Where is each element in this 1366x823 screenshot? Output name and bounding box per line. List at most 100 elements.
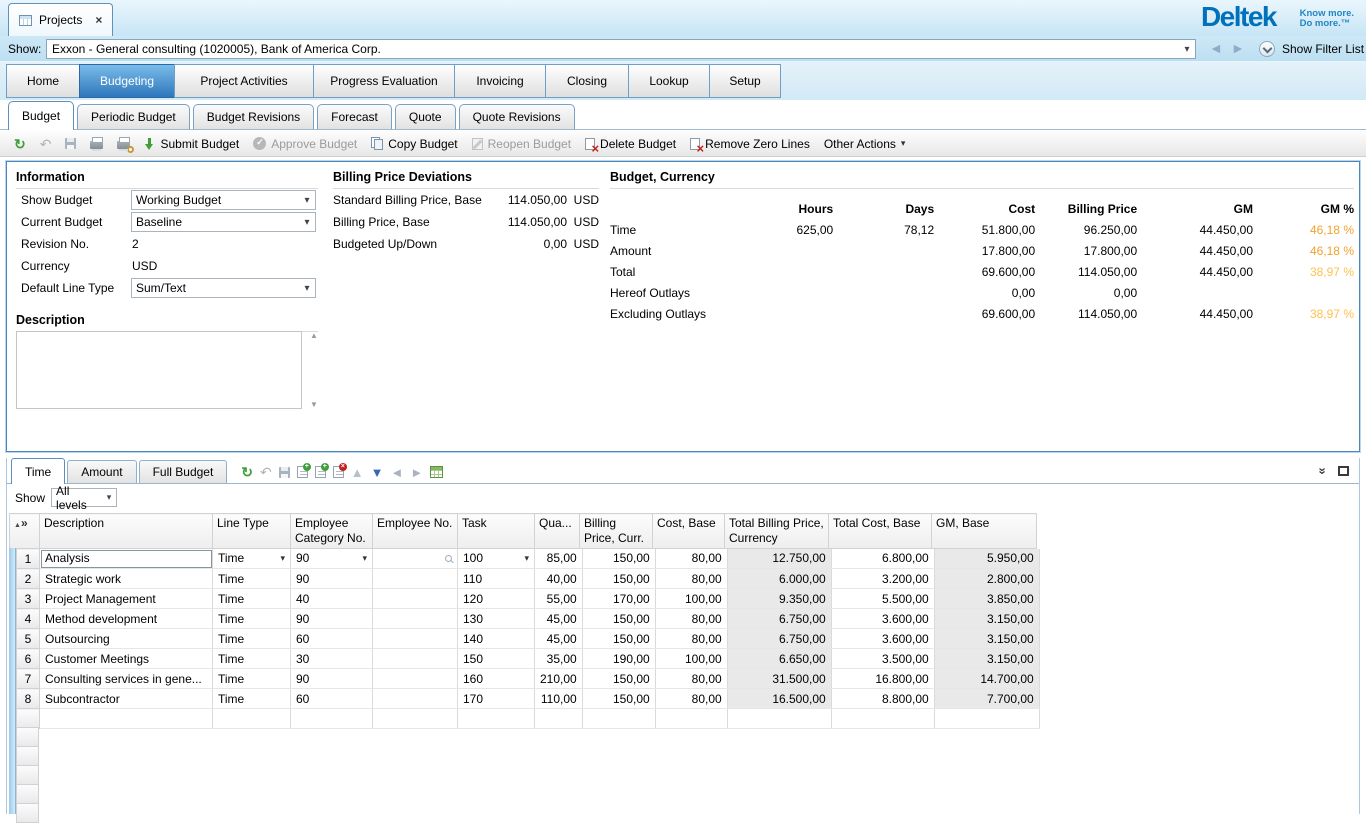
cell-billing-price[interactable]: 150,00	[582, 569, 655, 589]
cell-line-type[interactable]: Time	[213, 629, 291, 649]
collapse-pane-icon[interactable]: »	[1315, 467, 1330, 473]
refresh-button[interactable]: ↻	[8, 135, 32, 153]
cell-employee-no[interactable]	[373, 609, 458, 629]
row-selector[interactable]	[16, 746, 39, 766]
cell-line-type[interactable]: Time	[213, 609, 291, 629]
cell-line-type[interactable]: Time	[213, 689, 291, 709]
cell-task[interactable]: 110	[458, 569, 535, 589]
close-tab-icon[interactable]: ×	[95, 13, 102, 27]
cell-employee-no[interactable]	[373, 649, 458, 669]
cell-line-type[interactable]: Time	[213, 589, 291, 609]
subtab-budget[interactable]: Budget	[8, 101, 74, 130]
cell-employee-category[interactable]: 60	[291, 629, 373, 649]
cell-cost-base[interactable]: 80,00	[655, 629, 727, 649]
cell-quantity[interactable]: 210,00	[535, 669, 583, 689]
cell-line-type[interactable]: Time	[213, 649, 291, 669]
cell-line-type[interactable]: Time	[213, 569, 291, 589]
show-budget-select[interactable]: Working Budget ▾	[131, 190, 316, 210]
row-number[interactable]: 7	[17, 669, 40, 689]
maximize-pane-icon[interactable]	[1338, 466, 1349, 476]
tab-time[interactable]: Time	[11, 458, 65, 484]
filter-list-chevron-icon[interactable]	[1259, 41, 1275, 57]
cell-employee-no[interactable]	[373, 669, 458, 689]
cell-employee-category[interactable]: 90	[291, 669, 373, 689]
cell-billing-price[interactable]: 150,00	[582, 669, 655, 689]
subtab-budget-revisions[interactable]: Budget Revisions	[193, 104, 314, 129]
cell-line-type[interactable]: Time	[213, 669, 291, 689]
cell-cost-base[interactable]: 100,00	[655, 589, 727, 609]
col-header-description[interactable]: Description	[40, 514, 213, 549]
cell-quantity[interactable]: 45,00	[535, 609, 583, 629]
col-header-gm-base[interactable]: GM, Base	[932, 514, 1037, 549]
row-number[interactable]: 4	[17, 609, 40, 629]
levels-select[interactable]: All levels ▾	[51, 488, 117, 507]
cell-billing-price[interactable]: 170,00	[582, 589, 655, 609]
refresh-icon[interactable]: ↻	[241, 465, 253, 479]
tab-amount[interactable]: Amount	[67, 460, 136, 483]
tab-home[interactable]: Home	[6, 64, 80, 98]
default-line-type-select[interactable]: Sum/Text ▾	[131, 278, 316, 298]
cell-description[interactable]: Consulting services in gene...	[40, 669, 213, 689]
cell-quantity[interactable]: 55,00	[535, 589, 583, 609]
row-number[interactable]: 3	[17, 589, 40, 609]
row-number[interactable]: 1	[17, 549, 40, 569]
submit-budget-button[interactable]: Submit Budget	[138, 135, 245, 153]
cell-billing-price[interactable]: 150,00	[582, 549, 655, 569]
cell-cost-base[interactable]: 80,00	[655, 549, 727, 569]
save-icon[interactable]	[279, 467, 290, 478]
row-selector[interactable]	[16, 765, 39, 785]
cell-quantity[interactable]: 35,00	[535, 649, 583, 669]
row-selector[interactable]	[16, 784, 39, 804]
grid-corner-cell[interactable]: ▲»	[10, 514, 40, 549]
col-header-quantity[interactable]: Qua...	[535, 514, 580, 549]
subtab-quote[interactable]: Quote	[395, 104, 456, 129]
copy-budget-button[interactable]: Copy Budget	[365, 135, 463, 153]
cell-billing-price[interactable]: 150,00	[582, 609, 655, 629]
grid-view-button[interactable]	[430, 466, 443, 478]
cell-billing-price[interactable]: 150,00	[582, 689, 655, 709]
cell-description[interactable]: Method development	[40, 609, 213, 629]
cell-quantity[interactable]: 45,00	[535, 629, 583, 649]
cell-employee-category[interactable]: 40	[291, 589, 373, 609]
current-budget-select[interactable]: Baseline ▾	[131, 212, 316, 232]
cell-description[interactable]: Project Management	[40, 589, 213, 609]
tab-lookup[interactable]: Lookup	[628, 64, 710, 98]
cell-employee-category[interactable]: 30	[291, 649, 373, 669]
cell-description[interactable]: Strategic work	[40, 569, 213, 589]
row-selector[interactable]	[16, 803, 39, 823]
save-button[interactable]	[59, 136, 82, 151]
cell-task[interactable]: 160	[458, 669, 535, 689]
grid-level-strip[interactable]	[9, 548, 16, 814]
col-header-employee-no[interactable]: Employee No.	[373, 514, 458, 549]
project-selector-combobox[interactable]: Exxon - General consulting (1020005), Ba…	[46, 39, 1196, 59]
col-header-line-type[interactable]: Line Type	[213, 514, 291, 549]
description-textarea[interactable]	[16, 331, 302, 409]
row-number[interactable]: 6	[17, 649, 40, 669]
cell-description[interactable]: Subcontractor	[40, 689, 213, 709]
cell-employee-no[interactable]	[373, 629, 458, 649]
delete-line-button[interactable]: ×	[333, 466, 344, 478]
cell-task[interactable]: 140	[458, 629, 535, 649]
cell-quantity[interactable]: 85,00	[535, 549, 583, 569]
approve-budget-button[interactable]: Approve Budget	[247, 135, 363, 153]
delete-budget-button[interactable]: × Delete Budget	[579, 135, 682, 153]
tab-budgeting[interactable]: Budgeting	[79, 64, 175, 98]
move-down-button[interactable]: ▼	[371, 466, 384, 479]
cell-cost-base[interactable]: 80,00	[655, 609, 727, 629]
cell-task[interactable]: 150	[458, 649, 535, 669]
outdent-button[interactable]: ◄	[391, 466, 404, 479]
print-preview-button[interactable]	[111, 136, 136, 151]
cell-cost-base[interactable]: 100,00	[655, 649, 727, 669]
move-up-button[interactable]: ▲	[351, 466, 364, 479]
cell-employee-category[interactable]: 90	[291, 569, 373, 589]
cell-billing-price[interactable]: 150,00	[582, 629, 655, 649]
indent-button[interactable]: ►	[410, 466, 423, 479]
row-number[interactable]: 8	[17, 689, 40, 709]
tab-full-budget[interactable]: Full Budget	[139, 460, 228, 483]
subtab-periodic-budget[interactable]: Periodic Budget	[77, 104, 190, 129]
subtab-quote-revisions[interactable]: Quote Revisions	[459, 104, 575, 129]
cell-task[interactable]: 120	[458, 589, 535, 609]
cell-task[interactable]: 170	[458, 689, 535, 709]
cell-billing-price[interactable]: 190,00	[582, 649, 655, 669]
col-header-total-billing[interactable]: Total Billing Price, Currency	[725, 514, 829, 549]
